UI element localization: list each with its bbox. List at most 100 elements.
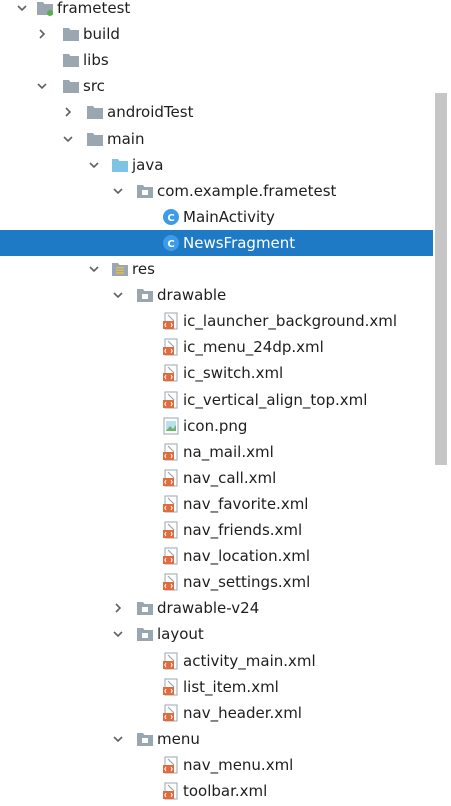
- tree-item-label: nav_friends.xml: [183, 521, 303, 539]
- xml-file-icon: [162, 338, 180, 356]
- tree-item[interactable]: ic_launcher_background.xml: [0, 308, 433, 334]
- source-folder-icon: [111, 156, 129, 174]
- tree-item-label: nav_settings.xml: [183, 573, 311, 592]
- tree-item[interactable]: main: [0, 126, 433, 152]
- tree-item-label: list_item.xml: [183, 677, 279, 696]
- xml-file-icon: [162, 678, 180, 696]
- folder-icon: [62, 51, 80, 69]
- tree-item-label: na_mail.xml: [183, 442, 274, 461]
- xml-file-icon: [162, 364, 180, 382]
- tree-item-label: ic_menu_24dp.xml: [183, 338, 324, 357]
- svg-text:C: C: [167, 213, 174, 224]
- xml-file-icon: [162, 312, 180, 330]
- folder-icon: [62, 77, 80, 95]
- xml-file-icon: [162, 547, 180, 565]
- package-icon: [136, 625, 154, 643]
- tree-item[interactable]: java: [0, 152, 433, 178]
- tree-item-label: nav_header.xml: [183, 703, 302, 722]
- xml-file-icon: [162, 782, 180, 800]
- image-file-icon: [162, 417, 180, 435]
- tree-item-label: menu: [157, 729, 200, 748]
- chevron-down-icon[interactable]: [62, 133, 74, 145]
- resource-folder-icon: [111, 260, 129, 278]
- tree-item[interactable]: layout: [0, 621, 433, 647]
- tree-item[interactable]: ic_menu_24dp.xml: [0, 334, 433, 360]
- class-icon: C: [162, 234, 180, 252]
- tree-item[interactable]: frametest: [0, 0, 433, 21]
- tree-item[interactable]: drawable: [0, 282, 433, 308]
- chevron-down-icon[interactable]: [88, 159, 100, 171]
- tree-item[interactable]: list_item.xml: [0, 674, 433, 700]
- xml-file-icon: [162, 469, 180, 487]
- tree-item[interactable]: androidTest: [0, 99, 433, 125]
- xml-file-icon: [162, 704, 180, 722]
- folder-icon: [62, 25, 80, 43]
- tree-item-label: drawable-v24: [157, 599, 260, 618]
- tree-item-label: frametest: [57, 0, 131, 17]
- chevron-down-icon[interactable]: [112, 733, 124, 745]
- xml-file-icon: [162, 495, 180, 513]
- chevron-down-icon[interactable]: [16, 2, 28, 14]
- tree-item[interactable]: nav_location.xml: [0, 543, 433, 569]
- package-icon: [136, 182, 154, 200]
- chevron-down-icon[interactable]: [112, 628, 124, 640]
- xml-file-icon: [162, 521, 180, 539]
- tree-item[interactable]: activity_main.xml: [0, 648, 433, 674]
- tree-item[interactable]: src: [0, 73, 433, 99]
- folder-icon: [86, 130, 104, 148]
- tree-item-label: nav_favorite.xml: [183, 494, 309, 513]
- tree-item-label: build: [83, 25, 120, 44]
- tree-item[interactable]: ic_switch.xml: [0, 360, 433, 386]
- tree-item-label: ic_switch.xml: [183, 364, 284, 383]
- tree-item[interactable]: com.example.frametest: [0, 178, 433, 204]
- tree-item-label: icon.png: [183, 416, 248, 435]
- xml-file-icon: [162, 756, 180, 774]
- tree-item[interactable]: nav_settings.xml: [0, 569, 433, 595]
- tree-item[interactable]: nav_call.xml: [0, 465, 433, 491]
- tree-item[interactable]: C NewsFragment: [0, 229, 433, 256]
- scrollbar-thumb[interactable]: [435, 93, 447, 465]
- tree-item[interactable]: toolbar.xml: [0, 778, 433, 804]
- tree-item[interactable]: nav_favorite.xml: [0, 491, 433, 517]
- xml-file-icon: [162, 652, 180, 670]
- package-icon: [136, 286, 154, 304]
- chevron-right-icon[interactable]: [112, 602, 124, 614]
- module-folder-icon: [36, 0, 54, 17]
- tree-item-label: NewsFragment: [183, 233, 296, 252]
- tree-item-label: nav_location.xml: [183, 547, 311, 566]
- chevron-down-icon[interactable]: [36, 80, 48, 92]
- tree-item[interactable]: nav_friends.xml: [0, 517, 433, 543]
- tree-item-label: ic_vertical_align_top.xml: [183, 390, 368, 409]
- xml-file-icon: [162, 391, 180, 409]
- tree-item-label: drawable: [157, 286, 227, 305]
- tree-item[interactable]: nav_menu.xml: [0, 752, 433, 778]
- chevron-right-icon[interactable]: [62, 106, 74, 118]
- tree-item-label: src: [83, 77, 105, 96]
- chevron-down-icon[interactable]: [88, 263, 100, 275]
- chevron-down-icon[interactable]: [112, 185, 124, 197]
- tree-item[interactable]: icon.png: [0, 413, 433, 439]
- chevron-right-icon[interactable]: [36, 28, 48, 40]
- tree-item-label: com.example.frametest: [157, 181, 337, 200]
- class-icon: C: [162, 208, 180, 226]
- tree-item[interactable]: ic_vertical_align_top.xml: [0, 387, 433, 413]
- tree-item[interactable]: res: [0, 256, 433, 282]
- tree-item[interactable]: drawable-v24: [0, 595, 433, 621]
- xml-file-icon: [162, 573, 180, 591]
- package-icon: [136, 730, 154, 748]
- tree-item-label: toolbar.xml: [183, 782, 268, 800]
- tree-item[interactable]: C MainActivity: [0, 204, 433, 230]
- tree-item-label: res: [132, 260, 155, 278]
- chevron-down-icon[interactable]: [112, 289, 124, 301]
- project-tree: frametest build libs src androidTest main java…: [0, 0, 433, 806]
- tree-item[interactable]: nav_header.xml: [0, 700, 433, 726]
- folder-icon: [86, 103, 104, 121]
- tree-item-label: MainActivity: [183, 207, 275, 226]
- tree-item-label: java: [132, 155, 164, 174]
- tree-item[interactable]: build: [0, 21, 433, 47]
- tree-item[interactable]: libs: [0, 47, 433, 73]
- tree-item-label: nav_menu.xml: [183, 755, 294, 774]
- tree-item[interactable]: na_mail.xml: [0, 439, 433, 465]
- tree-item[interactable]: menu: [0, 726, 433, 752]
- tree-item-label: main: [107, 129, 145, 148]
